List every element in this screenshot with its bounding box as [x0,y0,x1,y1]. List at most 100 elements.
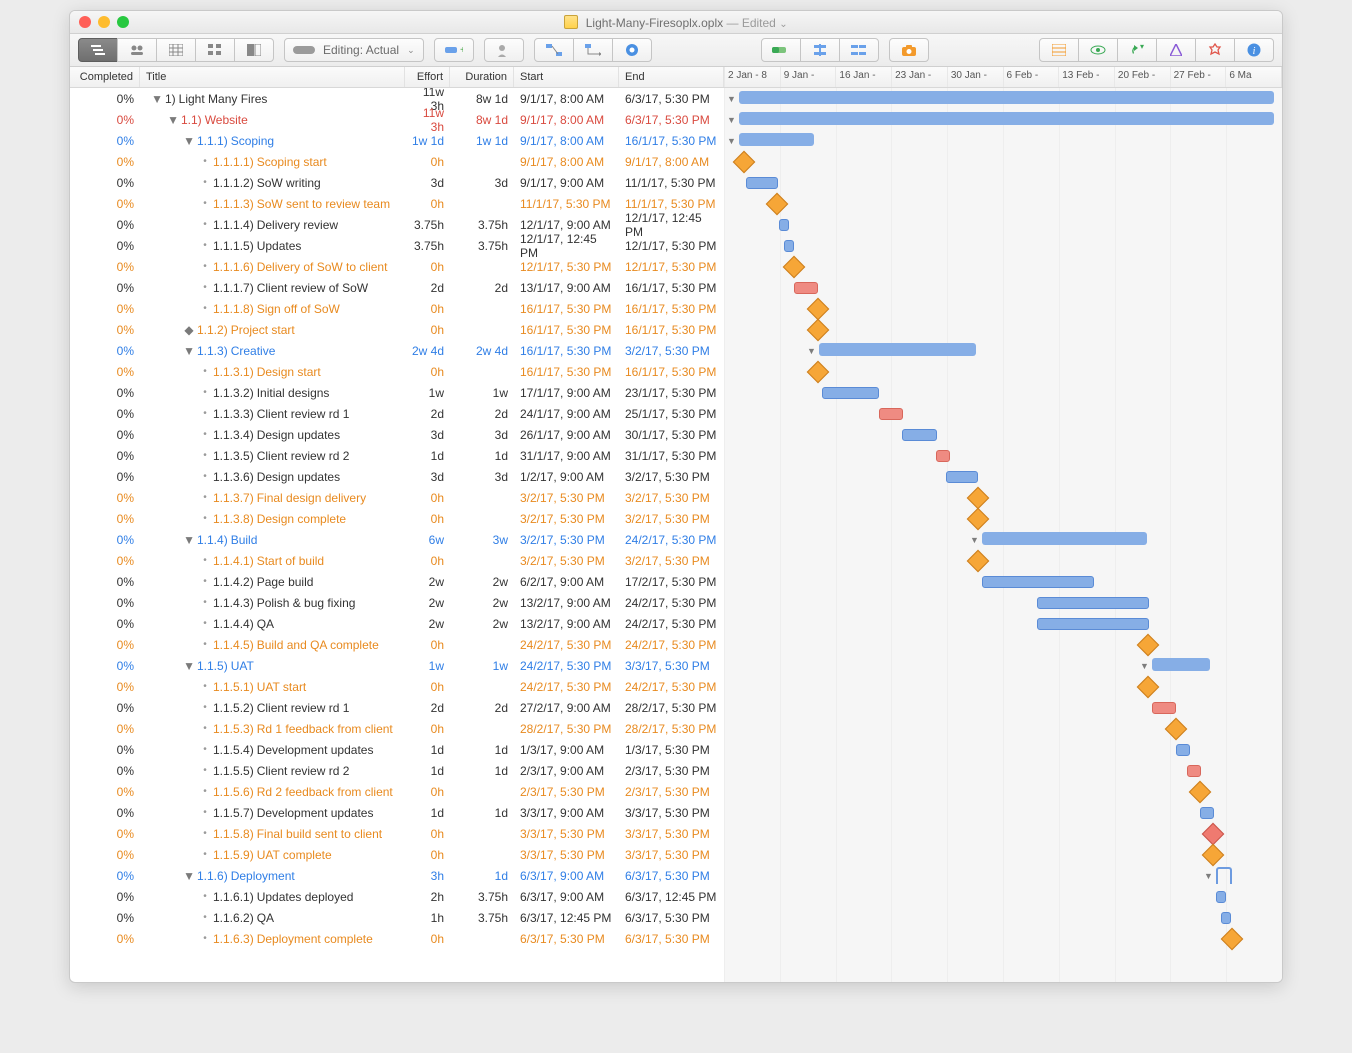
gantt-row[interactable] [724,907,1282,928]
cell-title[interactable]: •1.1.5.7) Development updates [140,806,405,820]
gantt-row[interactable] [724,886,1282,907]
gantt-milestone-icon[interactable] [766,193,789,216]
gantt-task-bar[interactable] [822,387,879,399]
network-view-button[interactable] [195,38,235,62]
info-inspector-button[interactable]: i [1234,38,1274,62]
cell-title[interactable]: •1.1.1.5) Updates [140,239,405,253]
gantt-milestone-icon[interactable] [1202,844,1225,867]
dependency-button[interactable] [573,38,613,62]
task-row[interactable]: 0%•1.1.3.4) Design updates3d3d26/1/17, 9… [70,424,724,445]
gantt-row[interactable] [724,802,1282,823]
task-row[interactable]: 0%▼1) Light Many Fires11w 3h8w 1d9/1/17,… [70,88,724,109]
calendar-view-button[interactable] [156,38,196,62]
gantt-disclosure-icon[interactable]: ▼ [1140,661,1149,671]
catchup-button[interactable] [761,38,801,62]
task-row[interactable]: 0%•1.1.1.1) Scoping start0h9/1/17, 8:00 … [70,151,724,172]
gantt-task-bar[interactable] [784,240,794,252]
gantt-disclosure-icon[interactable]: ▼ [970,535,979,545]
disclosure-triangle-icon[interactable]: ▼ [184,533,194,547]
task-row[interactable]: 0%•1.1.1.4) Delivery review3.75h3.75h12/… [70,214,724,235]
gantt-task-bar[interactable] [1200,807,1214,819]
gantt-disclosure-icon[interactable]: ▼ [727,94,736,104]
gantt-hammock-icon[interactable] [1216,867,1232,884]
gantt-row[interactable] [724,235,1282,256]
task-row[interactable]: 0%•1.1.4.4) QA2w2w13/2/17, 9:00 AM24/2/1… [70,613,724,634]
cell-title[interactable]: •1.1.4.3) Polish & bug fixing [140,596,405,610]
gantt-milestone-icon[interactable] [783,256,806,279]
gantt-milestone-icon[interactable] [1165,718,1188,741]
task-row[interactable]: 0%▼1.1) Website11w 3h8w 1d9/1/17, 8:00 A… [70,109,724,130]
cell-title[interactable]: •1.1.5.2) Client review rd 1 [140,701,405,715]
task-row[interactable]: 0%•1.1.5.1) UAT start0h24/2/17, 5:30 PM2… [70,676,724,697]
gantt-pane[interactable]: ▼▼▼▼▼▼▼ [724,88,1282,982]
gantt-row[interactable] [724,466,1282,487]
close-window-button[interactable] [79,16,91,28]
task-row[interactable]: 0%•1.1.4.2) Page build2w2w6/2/17, 9:00 A… [70,571,724,592]
col-completed[interactable]: Completed [70,67,140,87]
cell-title[interactable]: •1.1.3.4) Design updates [140,428,405,442]
gantt-row[interactable] [724,781,1282,802]
disclosure-triangle-icon[interactable]: ▼ [168,113,178,127]
gantt-row[interactable] [724,739,1282,760]
gantt-row[interactable] [724,697,1282,718]
gantt-task-bar[interactable] [946,471,978,483]
disclosure-triangle-icon[interactable]: ▼ [184,344,194,358]
cell-title[interactable]: ▼1.1.4) Build [140,533,405,547]
outline-pane[interactable]: 0%▼1) Light Many Fires11w 3h8w 1d9/1/17,… [70,88,724,982]
gantt-row[interactable]: ▼ [724,88,1282,109]
task-row[interactable]: 0%•1.1.5.6) Rd 2 feedback from client0h2… [70,781,724,802]
cell-title[interactable]: •1.1.1.7) Client review of SoW [140,281,405,295]
gantt-milestone-icon[interactable] [1221,928,1244,951]
gantt-row[interactable] [724,823,1282,844]
task-row[interactable]: 0%•1.1.1.8) Sign off of SoW0h16/1/17, 5:… [70,298,724,319]
gantt-disclosure-icon[interactable]: ▼ [727,115,736,125]
cell-title[interactable]: •1.1.5.6) Rd 2 feedback from client [140,785,405,799]
add-resource-button[interactable] [484,38,524,62]
gantt-row[interactable] [724,151,1282,172]
cell-title[interactable]: •1.1.6.1) Updates deployed [140,890,405,904]
task-row[interactable]: 0%•1.1.3.3) Client review rd 12d2d24/1/1… [70,403,724,424]
cell-title[interactable]: •1.1.1.3) SoW sent to review team [140,197,405,211]
gantt-row[interactable]: ▼ [724,655,1282,676]
gantt-row[interactable] [724,256,1282,277]
outline-inspector-button[interactable] [1039,38,1079,62]
gantt-row[interactable] [724,193,1282,214]
col-effort[interactable]: Effort [405,67,450,87]
gantt-group-bar[interactable] [819,343,976,356]
cell-title[interactable]: •1.1.3.2) Initial designs [140,386,405,400]
level-button[interactable] [839,38,879,62]
snapshot-button[interactable] [889,38,929,62]
cell-title[interactable]: •1.1.4.4) QA [140,617,405,631]
cell-title[interactable]: •1.1.5.8) Final build sent to client [140,827,405,841]
gantt-row[interactable] [724,592,1282,613]
col-duration[interactable]: Duration [450,67,514,87]
gantt-row[interactable] [724,718,1282,739]
gantt-task-bar[interactable] [1187,765,1201,777]
cell-title[interactable]: •1.1.1.1) Scoping start [140,155,405,169]
gantt-milestone-icon[interactable] [733,151,756,174]
gantt-milestone-icon[interactable] [1202,823,1225,846]
cell-title[interactable]: •1.1.3.6) Design updates [140,470,405,484]
gantt-milestone-icon[interactable] [807,298,830,321]
cell-title[interactable]: •1.1.3.3) Client review rd 1 [140,407,405,421]
gantt-task-bar[interactable] [982,576,1094,588]
cell-title[interactable]: •1.1.5.4) Development updates [140,743,405,757]
cell-title[interactable]: •1.1.4.1) Start of build [140,554,405,568]
gantt-row[interactable] [724,571,1282,592]
task-row[interactable]: 0%•1.1.6.2) QA1h3.75h6/3/17, 12:45 PM6/3… [70,907,724,928]
cell-title[interactable]: ▼1.1) Website [140,113,405,127]
cell-title[interactable]: •1.1.5.1) UAT start [140,680,405,694]
gantt-group-bar[interactable] [982,532,1147,545]
cell-title[interactable]: •1.1.1.2) SoW writing [140,176,405,190]
minimize-window-button[interactable] [98,16,110,28]
task-row[interactable]: 0%•1.1.5.9) UAT complete0h3/3/17, 5:30 P… [70,844,724,865]
cell-title[interactable]: •1.1.5.3) Rd 1 feedback from client [140,722,405,736]
gantt-row[interactable] [724,403,1282,424]
gantt-row[interactable] [724,676,1282,697]
sync-button[interactable]: ▾ [1117,38,1157,62]
cell-title[interactable]: ▼1) Light Many Fires [140,92,405,106]
col-end[interactable]: End [619,67,724,87]
gantt-row[interactable] [724,277,1282,298]
gantt-row[interactable] [724,550,1282,571]
cell-title[interactable]: •1.1.1.8) Sign off of SoW [140,302,405,316]
